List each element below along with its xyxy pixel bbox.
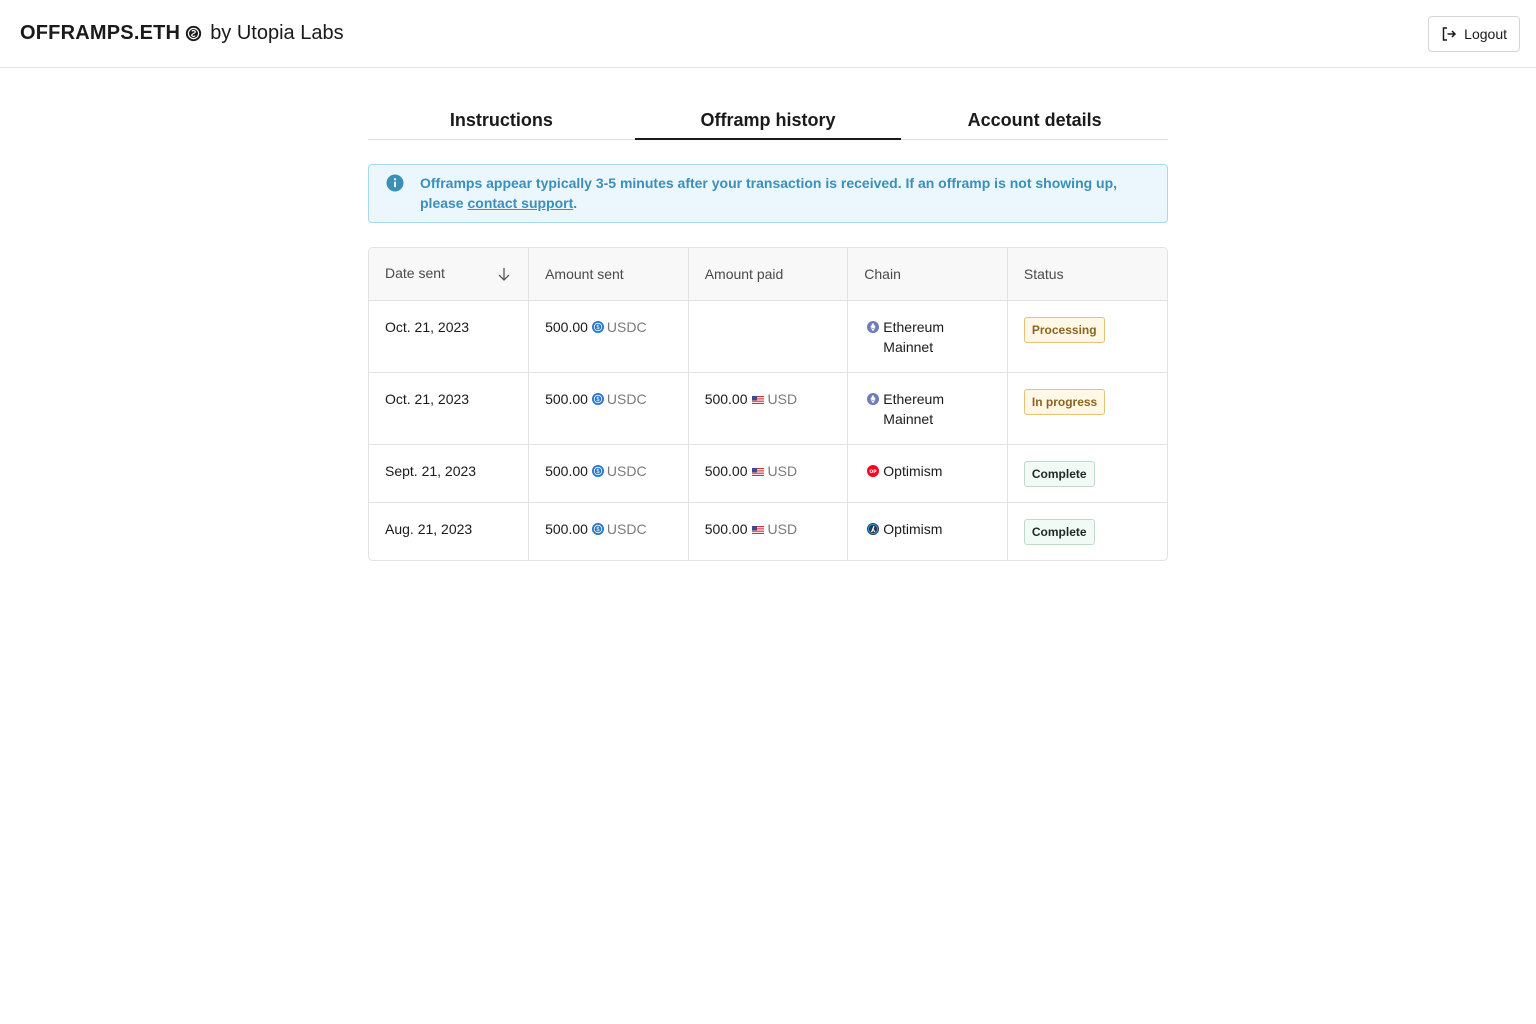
column-header-amount-paid: Amount paid [688, 248, 849, 301]
amount-value: 500.00 [704, 390, 748, 407]
optimism-icon: OP [867, 464, 880, 477]
cell-amount-paid: 500.00 USD [688, 502, 849, 560]
column-header-amount-sent: Amount sent [528, 248, 689, 301]
sort-arrow-down-icon[interactable] [496, 266, 512, 282]
amount-unit: USDC [606, 390, 647, 407]
cell-status: Complete [1007, 502, 1167, 560]
logout-button[interactable]: Logout [1428, 15, 1520, 52]
chain-name: Ethereum [883, 390, 944, 407]
cell-date: Oct. 21, 2023 [369, 372, 530, 445]
us-flag-icon [751, 395, 764, 404]
table-header-row: Date sent Amount sent Amount paid Chain … [369, 248, 1167, 301]
status-badge: Complete [1023, 460, 1095, 487]
table-row: Sept. 21, 2023 500.00 $ USDC 500.00 USD OP … [369, 444, 1167, 503]
amount-value: 500.00 [545, 462, 588, 479]
amount-unit: USDC [606, 318, 647, 335]
amount-value: 500.00 [704, 462, 748, 479]
amount-value: 500.00 [545, 318, 588, 335]
svg-text:$: $ [596, 526, 600, 533]
cell-amount-paid: 500.00 USD [688, 444, 849, 503]
table-row: Aug. 21, 2023 500.00 $ USDC 500.00 USD Opti… [369, 502, 1167, 560]
svg-text:$: $ [596, 468, 600, 475]
cell-chain: Ethereum Mainnet [847, 372, 1008, 445]
table-row: Oct. 21, 2023 500.00 $ USDC 500.00 USD Ethe… [369, 372, 1167, 445]
cell-status: Complete [1007, 444, 1167, 503]
column-header-status: Status [1007, 248, 1167, 301]
cell-amount-sent: 500.00 $ USDC [528, 502, 689, 560]
top-bar: OFFRAMPS.ETH by Utopia Labs Logout [0, 0, 1536, 68]
cell-status: Processing [1007, 300, 1167, 373]
chain-name-line2: Mainnet [883, 410, 934, 427]
info-alert: Offramps appear typically 3-5 minutes af… [368, 164, 1168, 223]
amount-unit: USDC [606, 462, 647, 479]
usdc-icon: $ [591, 522, 604, 535]
cell-amount-sent: 500.00 $ USDC [528, 372, 689, 445]
status-badge: In progress [1023, 388, 1106, 415]
tab-account-details[interactable]: Account details [901, 108, 1168, 139]
brand-by: by Utopia Labs [210, 22, 344, 44]
usdc-icon: $ [591, 320, 604, 333]
cell-amount-paid: 500.00 USD [688, 372, 849, 445]
chain-name-line2: Mainnet [883, 338, 934, 355]
tab-offramp-history[interactable]: Offramp history [634, 108, 902, 140]
cell-amount-sent: 500.00 $ USDC [528, 444, 689, 503]
amount-unit: USD [767, 520, 798, 537]
ethereum-icon [867, 320, 880, 333]
status-badge: Complete [1023, 518, 1095, 545]
amount-unit: USD [767, 390, 798, 407]
offramp-table: Date sent Amount sent Amount paid Chain … [368, 247, 1168, 561]
cell-chain: OP Optimism [847, 444, 1008, 503]
svg-text:OP: OP [870, 468, 878, 474]
svg-text:$: $ [596, 396, 600, 403]
cell-date: Aug. 21, 2023 [369, 502, 530, 560]
table-row: Oct. 21, 2023 500.00 $ USDC Ethereum Mainne… [369, 300, 1167, 373]
us-flag-icon [751, 467, 764, 476]
amount-unit: USDC [606, 520, 647, 537]
main-content: Instructions Offramp history Account det… [368, 108, 1168, 561]
usdc-icon: $ [591, 464, 604, 477]
ethereum-icon [867, 392, 880, 405]
amount-unit: USD [767, 462, 798, 479]
amount-value: 500.00 [545, 390, 588, 407]
cell-amount-sent: 500.00 $ USDC [528, 300, 689, 373]
status-badge: Processing [1023, 316, 1105, 343]
arbitrum-icon [867, 522, 880, 535]
column-header-label: Date sent [385, 265, 445, 282]
column-header-chain: Chain [847, 248, 1008, 301]
brand-name: OFFRAMPS.ETH [20, 22, 181, 44]
tab-bar: Instructions Offramp history Account det… [368, 108, 1168, 140]
cell-date: Sept. 21, 2023 [369, 444, 530, 503]
cell-status: In progress [1007, 372, 1167, 445]
info-icon [386, 174, 404, 192]
alert-text-end: . [573, 195, 578, 211]
usdc-icon: $ [591, 392, 604, 405]
logout-label: Logout [1464, 25, 1507, 42]
brand-logo-icon [186, 25, 202, 42]
logout-icon [1442, 26, 1457, 41]
amount-value: 500.00 [545, 520, 588, 537]
brand[interactable]: OFFRAMPS.ETH by Utopia Labs [20, 22, 344, 45]
tab-instructions[interactable]: Instructions [368, 108, 635, 139]
chain-name: Optimism [883, 462, 943, 479]
cell-date: Oct. 21, 2023 [369, 300, 530, 373]
chain-name: Ethereum [883, 318, 944, 335]
chain-name: Optimism [883, 520, 943, 537]
cell-chain: Optimism [847, 502, 1008, 560]
amount-value: 500.00 [704, 520, 748, 537]
cell-amount-paid [688, 300, 849, 373]
svg-text:$: $ [596, 324, 600, 331]
contact-support-link[interactable]: contact support [467, 195, 573, 211]
us-flag-icon [751, 525, 764, 534]
cell-chain: Ethereum Mainnet [847, 300, 1008, 373]
column-header-date-sent[interactable]: Date sent [369, 248, 530, 301]
